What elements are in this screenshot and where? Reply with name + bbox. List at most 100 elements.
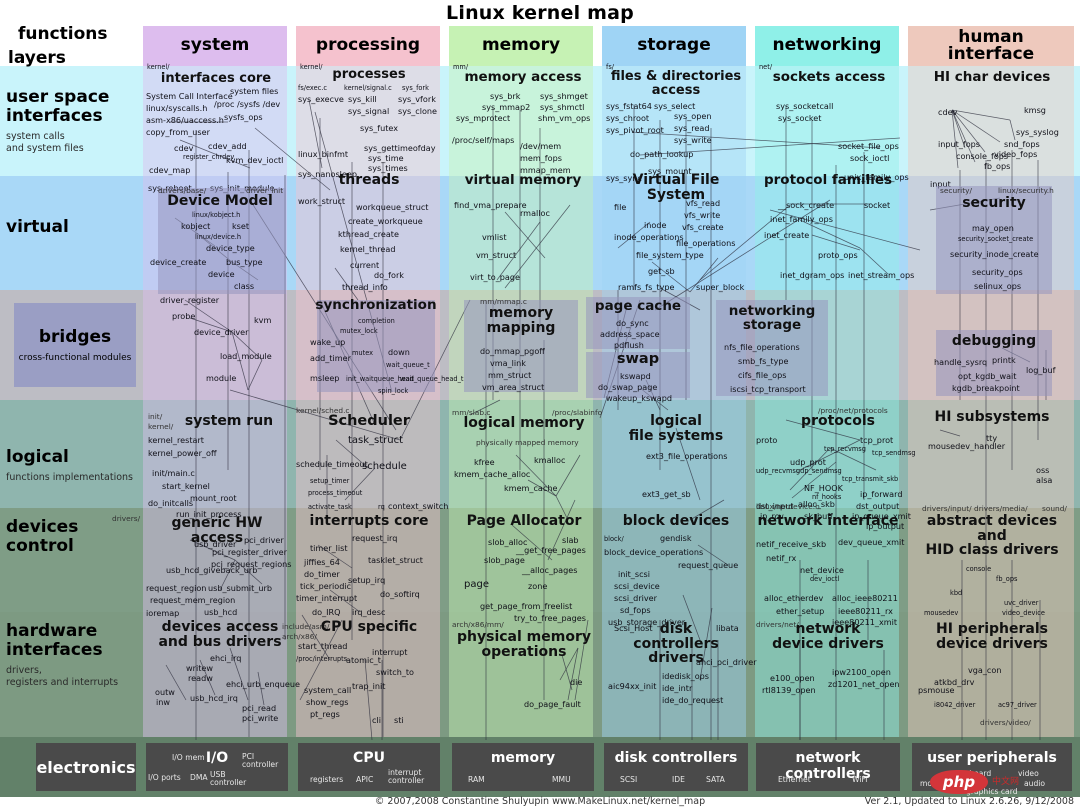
group-title: swap [616, 351, 660, 367]
group-title: threads [338, 172, 400, 188]
fn-inet-create: inet_create [764, 230, 810, 240]
group-title: protocols [801, 413, 875, 429]
group-hi-char-devices: HI char devices cdev kmsg sys_syslog inp… [912, 70, 1072, 188]
fn-file-operations: file_operations [676, 238, 736, 248]
fn-dev-queue-xmit: dev_queue_xmit [838, 537, 905, 547]
electronics-title: memory [490, 750, 556, 766]
fn-video-device: video_device [1002, 609, 1045, 617]
fn-request-mem-region: request_mem_region [150, 595, 236, 605]
fn-kfree: kfree [474, 457, 495, 467]
fn-kbd: kbd [950, 589, 963, 597]
fn-wake-up: wake_up [310, 337, 346, 347]
fn-ext3-get-sb: ext3_get_sb [642, 489, 691, 499]
layer-name: logical [6, 447, 69, 467]
fn-cli: cli [372, 715, 381, 725]
fn-ioremap: ioremap [146, 608, 180, 618]
fn-ehci-urb-enqueue: ehci_urb_enqueue [226, 679, 300, 689]
eitem-io-ports: I/O ports [148, 773, 181, 782]
group-files-directories: files & directories access sys_fstat64 sy… [606, 70, 746, 182]
fn-sys-syslog: sys_syslog [1016, 127, 1059, 137]
fn-request-region: request_region [146, 583, 207, 593]
fn-process-timeout: process_timeout [308, 489, 363, 497]
fn-security-socket-create: security_socket_create [958, 235, 1034, 243]
fn-usb-hcd: usb_hcd [204, 607, 238, 617]
fn-ehci-irq: ehci_irq [210, 653, 242, 663]
electronics-title: user peripherals [927, 750, 1057, 766]
fn-ipw2100-open: ipw2100_open [832, 667, 891, 677]
fn-dev-ioctl: dev_ioctl [810, 575, 840, 583]
fn-wakeup-kswapd: wakeup_kswapd [606, 393, 673, 403]
fn-fb-ops: fb_ops [996, 575, 1018, 583]
footer-version: Ver 2.1, Updated to Linux 2.6.26, 9/12/2… [864, 796, 1074, 807]
fn-file: file [614, 202, 627, 212]
fn-get-sb: get_sb [648, 266, 675, 276]
fn-cifs-file-ops: cifs_file_ops [738, 370, 787, 380]
fn-psmouse: psmouse [918, 685, 955, 695]
fn-kset: kset [232, 221, 250, 231]
fn-Scsi-Host: Scsi_Host [614, 623, 653, 633]
fn-cdev-add: cdev_add [208, 141, 247, 151]
group-title: HI peripherals device drivers [936, 621, 1048, 652]
fn-handle-sysrq: handle_sysrq [934, 357, 988, 367]
layer-sub: system calls and system files [6, 131, 84, 154]
fn-wait-queue-t: wait_queue_t [386, 361, 430, 369]
group-title: Scheduler [328, 413, 410, 429]
group-interrupts-core: interrupts core request_irq timer_list t… [296, 514, 442, 616]
fn-sys-open: sys_open [674, 111, 712, 121]
fn-vmlist: vmlist [482, 232, 507, 242]
fn-atomic-t: atomic_t [346, 655, 381, 665]
eitem-apic: APIC [356, 775, 374, 784]
fn-find-vma-prepare: find_vma_prepare [454, 200, 527, 210]
group-generic-hw-access: drivers/ generic HW access usb_driver pc… [112, 514, 292, 618]
fn-video-fops: video_fops [994, 149, 1038, 159]
group-interfaces-core: interfaces core System Call Interface sy… [146, 72, 286, 192]
fn-tcp-sendmsg: tcp_sendmsg [872, 449, 916, 457]
fn-sys-gettimeofday: sys_gettimeofday [364, 143, 436, 153]
fn-udp-recvmsg: udp_recvmsg [756, 467, 801, 475]
fn-sys-time: sys_time [368, 153, 404, 163]
fn-alloc-etherdev: alloc_etherdev [764, 593, 824, 603]
fn-kernel-restart: kernel_restart [148, 435, 204, 445]
fn-trap-init: trap_init [352, 681, 386, 691]
layer-label-hardware-interfaces: hardware interfaces drivers, registers and… [6, 621, 142, 689]
fn-sys-select: sys_select [654, 101, 696, 111]
fn-sys-signal: sys_signal [348, 106, 390, 116]
group-abstract-devices: drivers/input/ drivers/media/ sound/ abs… [912, 504, 1072, 619]
fn-udp-prot: udp_prot [790, 457, 826, 467]
column-header-memory: memory [449, 26, 593, 66]
fn-tick-periodic: tick_periodic [300, 581, 352, 591]
fn-timer-list: timer_list [310, 543, 348, 553]
fn-mem-fops: mem_fops [520, 153, 562, 163]
group-title: logical memory [463, 415, 585, 431]
layer-label-bridges: bridges cross-functional modules [14, 303, 136, 387]
fn-init-scsi: init_scsi [618, 569, 650, 579]
fn-kswapd: kswapd [620, 371, 651, 381]
fn-ieee80211-rx: ieee80211_rx [838, 606, 893, 616]
fn-inode: inode [644, 220, 667, 230]
group-disk-controllers-drivers: disk controllers drivers Scsi_Host libata… [604, 618, 757, 728]
fn-may-open: may_open [972, 223, 1014, 233]
fn-proc-sysfs-dev: /proc /sysfs /dev [214, 99, 281, 109]
fn-sys-mprotect: sys_mprotect [456, 113, 511, 123]
eitem-registers: registers [310, 775, 344, 784]
fn-readw: readw [188, 673, 213, 683]
fn-vm-struct: vm_struct [476, 250, 517, 260]
fn-idedisk-ops: idedisk_ops [662, 671, 710, 681]
fn-cdev: cdev [938, 107, 958, 117]
fn-selinux-ops: selinux_ops [974, 281, 1022, 291]
group-sub-security-dir: security/ [940, 186, 972, 195]
group-sub-linux-security-h: linux/security.h [998, 186, 1054, 195]
fn-alsa: alsa [1036, 475, 1053, 485]
eitem-video: video [1018, 769, 1039, 778]
electronics-title: CPU [353, 750, 385, 766]
eitem-ram: RAM [468, 775, 485, 784]
fn-get-page-from-freelist: get_page_from_freelist [480, 601, 573, 611]
fn-do-initcalls: do_initcalls [148, 498, 194, 508]
fn-jiffies-64: jiffies_64 [304, 557, 340, 567]
fn-snd-fops: snd_fops [1004, 139, 1040, 149]
fn-linux-syscalls-h: linux/syscalls.h [146, 103, 208, 113]
fn-kmsg: kmsg [1024, 105, 1046, 115]
layer-name: virtual [6, 217, 69, 237]
fn-fb-ops: fb_ops [984, 161, 1011, 171]
fn-mousedev-handler: mousedev_handler [928, 441, 1006, 451]
